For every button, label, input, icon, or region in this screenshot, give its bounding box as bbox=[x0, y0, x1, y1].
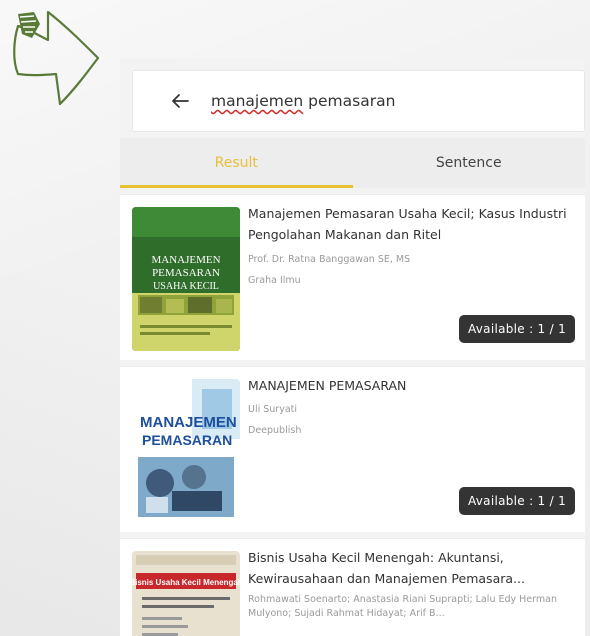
search-input[interactable]: manajemen pemasaran bbox=[211, 92, 395, 110]
cover-title-line3: USAHA KECIL bbox=[153, 281, 219, 292]
result-card[interactable]: MANAJEMEN PEMASARAN USAHA KECIL Manajeme… bbox=[120, 194, 585, 360]
book-title: Manajemen Pemasaran Usaha Kecil; Kasus I… bbox=[248, 206, 567, 242]
availability-badge: Available : 1 / 1 bbox=[458, 315, 575, 343]
book-cover: MANAJEMEN PEMASARAN USAHA KECIL bbox=[132, 207, 240, 351]
search-bar[interactable]: manajemen pemasaran bbox=[132, 70, 585, 132]
cover-title-line2: PEMASARAN bbox=[152, 267, 220, 279]
arrow-left-icon bbox=[172, 94, 189, 108]
book-cover: MANAJEMEN PEMASARAN bbox=[132, 379, 240, 523]
back-button[interactable] bbox=[157, 78, 203, 124]
result-card[interactable]: Bisnis Usaha Kecil Menengah Bisnis Usaha… bbox=[120, 538, 585, 636]
arrow-icon bbox=[13, 10, 100, 106]
tab-sentence[interactable]: Sentence bbox=[353, 138, 586, 188]
result-card[interactable]: MANAJEMEN PEMASARAN MANAJEMEN PEMASARAN … bbox=[120, 366, 585, 532]
cover-title-line1: MANAJEMEN bbox=[140, 414, 237, 431]
book-title: Bisnis Usaha Kecil Menengah: Akuntansi, … bbox=[248, 550, 525, 586]
tab-bar: Result Sentence bbox=[120, 138, 585, 188]
cover-title-line2: PEMASARAN bbox=[142, 432, 232, 448]
book-authors: Prof. Dr. Ratna Banggawan SE, MS bbox=[248, 254, 411, 265]
book-publisher: Deepublish bbox=[248, 425, 302, 436]
app-screen: manajemen pemasaran Result Sentence MANA… bbox=[120, 58, 585, 636]
search-term-2: pemasaran bbox=[308, 92, 396, 110]
book-authors: Uli Suryati bbox=[248, 404, 298, 415]
book-publisher: Graha Ilmu bbox=[248, 275, 301, 286]
book-authors: Rohmawati Soenarto; Anastasia Riani Supr… bbox=[248, 594, 557, 619]
cover-title-line1: MANAJEMEN bbox=[151, 254, 220, 266]
book-title: MANAJEMEN PEMASARAN bbox=[248, 378, 407, 393]
book-cover: Bisnis Usaha Kecil Menengah bbox=[132, 551, 240, 636]
tab-result[interactable]: Result bbox=[120, 138, 353, 188]
availability-badge: Available : 1 / 1 bbox=[458, 487, 575, 515]
search-term-1: manajemen bbox=[211, 92, 304, 110]
cover-title: Bisnis Usaha Kecil Menengah bbox=[132, 578, 240, 587]
